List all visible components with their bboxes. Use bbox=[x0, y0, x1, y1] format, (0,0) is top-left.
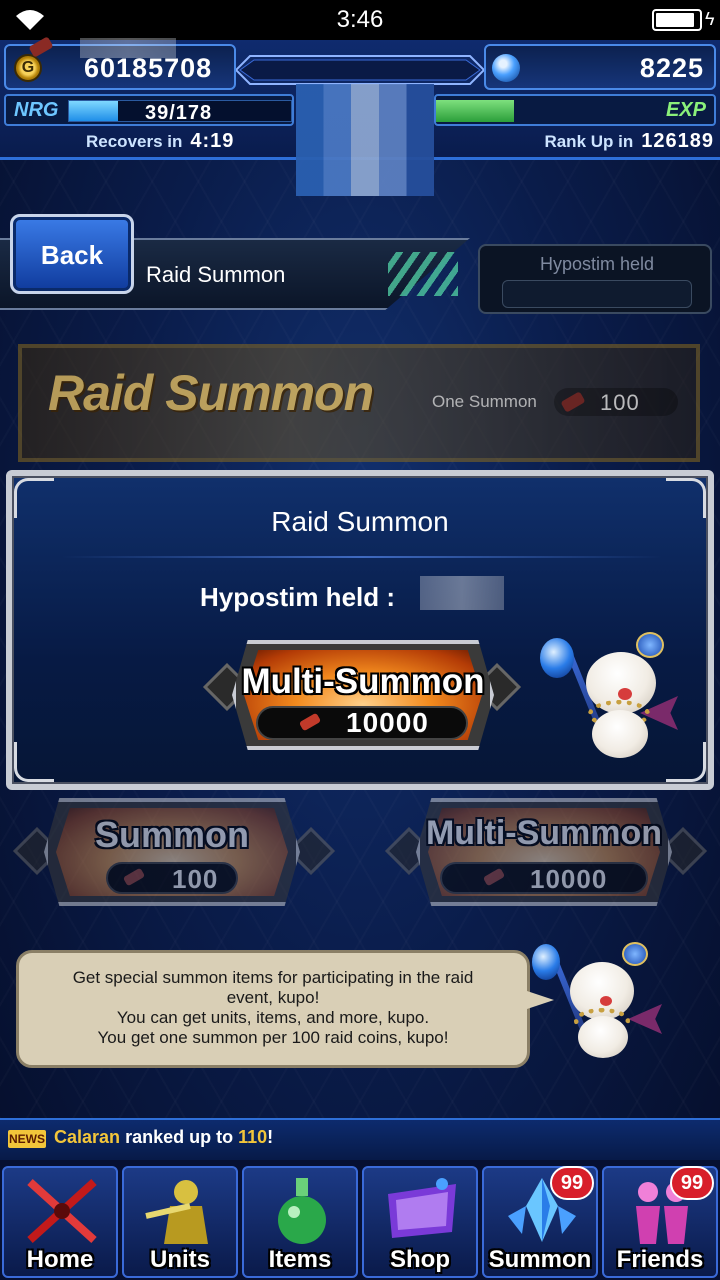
nav-summon[interactable]: Summon 99 bbox=[482, 1166, 598, 1278]
lapis-value: 8225 bbox=[639, 53, 704, 83]
exp-meter: EXP bbox=[434, 94, 716, 126]
lapis-crystal-icon bbox=[492, 54, 520, 82]
nav-friends-label: Friends bbox=[616, 1246, 704, 1273]
dialog-title: Raid Summon bbox=[271, 506, 449, 537]
moogle-pom bbox=[636, 632, 664, 658]
multi-summon-secondary-cost: 10000 bbox=[530, 864, 608, 894]
moogle-staff-gem bbox=[540, 638, 574, 678]
energy-recover-timer: Recovers in 4:19 bbox=[86, 130, 234, 153]
lapis-counter: 8225 bbox=[484, 44, 716, 90]
nrg-value: 39/178 bbox=[145, 102, 213, 124]
rankup-label: Rank Up in bbox=[544, 132, 634, 151]
warrior-silhouette-icon bbox=[145, 1180, 208, 1244]
multi-summon-secondary-label: Multi-Summon bbox=[425, 814, 663, 852]
hypostim-held-panel: Hypostim held bbox=[478, 244, 712, 314]
multi-summon-button-label: Multi-Summon bbox=[241, 662, 485, 701]
gil-coin-icon: G bbox=[14, 54, 42, 82]
recover-label: Recovers in bbox=[86, 132, 183, 151]
dialog-divider bbox=[62, 556, 662, 558]
nav-shop[interactable]: Shop bbox=[362, 1166, 478, 1278]
dialog-hypostim-held-value-redacted bbox=[420, 576, 504, 610]
news-exclamation: ! bbox=[267, 1127, 274, 1147]
speech-line: event, kupo! bbox=[226, 988, 320, 1007]
nrg-bar-fill bbox=[69, 101, 118, 121]
back-button[interactable]: Back bbox=[10, 214, 134, 294]
news-player-name: Calaran bbox=[54, 1127, 121, 1147]
hypostim-held-value-box bbox=[502, 280, 692, 308]
banner-one-summon-label: One Summon bbox=[432, 392, 537, 411]
title-bar-stripes bbox=[388, 252, 458, 296]
speech-line: You can get units, items, and more, kupo… bbox=[116, 1008, 430, 1027]
moogle-body bbox=[578, 1016, 628, 1058]
dialog-corner-ornament bbox=[666, 742, 706, 782]
banner-cost: 100 bbox=[600, 390, 640, 415]
nav-home-label: Home bbox=[26, 1246, 94, 1273]
moogle-nose bbox=[600, 996, 612, 1006]
news-message: ranked up to bbox=[125, 1127, 234, 1147]
status-clock: 3:46 bbox=[336, 6, 384, 33]
hypostim-held-value-redacted bbox=[80, 38, 176, 58]
nav-friends-badge: 99 bbox=[670, 1166, 714, 1200]
player-header: G 60185708 8225 NRG 39/178 EXP Recovers … bbox=[0, 40, 720, 196]
multi-summon-cost: 10000 bbox=[346, 707, 429, 738]
page-title: Raid Summon bbox=[146, 262, 286, 287]
summon-cost: 100 bbox=[172, 864, 219, 894]
news-badge: NEWS bbox=[8, 1130, 46, 1148]
nav-units[interactable]: Units bbox=[122, 1166, 238, 1278]
speech-line: Get special summon items for participati… bbox=[72, 968, 474, 987]
player-avatar[interactable] bbox=[296, 84, 434, 196]
rankup-value: 126189 bbox=[641, 130, 714, 152]
nrg-bar: 39/178 bbox=[68, 100, 292, 124]
potion-icon bbox=[278, 1178, 326, 1244]
nav-items[interactable]: Items bbox=[242, 1166, 358, 1278]
hypostim-held-label: Hypostim held bbox=[539, 254, 655, 274]
moogle-pom bbox=[622, 942, 648, 966]
moogle-body bbox=[592, 710, 648, 758]
moogle-staff-gem bbox=[532, 944, 560, 980]
nav-friends[interactable]: Friends 99 bbox=[602, 1166, 718, 1278]
exp-label: EXP bbox=[665, 99, 706, 121]
nav-items-label: Items bbox=[268, 1246, 332, 1273]
status-bar: 3:46 ϟ bbox=[0, 0, 720, 40]
nav-units-label: Units bbox=[150, 1246, 210, 1273]
rank-up-info: Rank Up in 126189 bbox=[544, 130, 714, 153]
nav-summon-label: Summon bbox=[488, 1246, 592, 1273]
nav-shop-label: Shop bbox=[390, 1246, 450, 1273]
charging-icon: ϟ bbox=[705, 9, 715, 29]
nrg-label: NRG bbox=[14, 99, 59, 121]
exp-bar-fill bbox=[436, 100, 514, 122]
battery-icon bbox=[652, 9, 702, 31]
crossed-swords-icon bbox=[27, 1179, 97, 1243]
nav-summon-badge: 99 bbox=[550, 1166, 594, 1200]
news-rank-value: 110 bbox=[238, 1127, 268, 1147]
dialog-corner-ornament bbox=[14, 742, 54, 782]
summon-button-label: Summon bbox=[94, 814, 249, 855]
news-text: Calaran ranked up to 110! bbox=[54, 1127, 273, 1148]
banner-title: Raid Summon bbox=[48, 365, 374, 421]
shop-cart-icon bbox=[388, 1178, 456, 1238]
speech-text: Get special summon items for participati… bbox=[30, 968, 516, 1048]
energy-meter: NRG 39/178 bbox=[4, 94, 294, 126]
dialog-hypostim-held-label: Hypostim held : bbox=[200, 582, 396, 612]
nav-home[interactable]: Home bbox=[2, 1166, 118, 1278]
speech-line: You get one summon per 100 raid coins, k… bbox=[97, 1028, 449, 1047]
moogle-nose bbox=[618, 688, 632, 700]
recover-time: 4:19 bbox=[190, 130, 235, 152]
